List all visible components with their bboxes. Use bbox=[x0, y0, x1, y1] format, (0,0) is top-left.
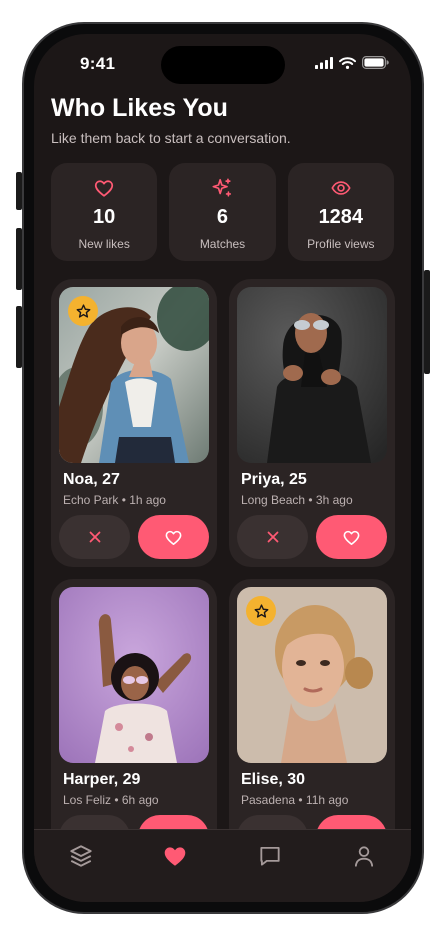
page-subtitle: Like them back to start a conversation. bbox=[51, 130, 291, 146]
heart-outline-icon bbox=[165, 530, 182, 545]
profile-name: Priya, 25 bbox=[241, 471, 307, 488]
status-time: 9:41 bbox=[80, 54, 116, 73]
sparkle-icon bbox=[212, 178, 232, 197]
tab-profile[interactable] bbox=[344, 840, 384, 872]
super-like-badge bbox=[68, 296, 98, 326]
stat-value: 10 bbox=[93, 206, 116, 228]
heart-outline-icon bbox=[95, 180, 114, 197]
screen: 9:41 Who Likes You Like them back to sta… bbox=[34, 34, 411, 902]
profile-card[interactable]: Harper, 29 Los Feliz • 6h ago bbox=[51, 579, 217, 867]
stack-icon bbox=[70, 845, 92, 867]
stat-new-likes[interactable]: 10 New likes bbox=[51, 163, 158, 261]
star-icon bbox=[254, 603, 268, 618]
profile-name: Harper, 29 bbox=[63, 771, 141, 788]
profile-meta: Long Beach • 3h ago bbox=[241, 493, 353, 507]
profile-photo-image bbox=[59, 587, 209, 763]
super-like-badge bbox=[246, 596, 276, 626]
stat-label: Profile views bbox=[307, 237, 375, 251]
dynamic-island bbox=[161, 46, 285, 84]
stat-value: 1284 bbox=[318, 206, 364, 228]
cellular-signal-icon bbox=[315, 56, 333, 69]
user-icon bbox=[354, 846, 373, 867]
profile-photo[interactable] bbox=[59, 587, 209, 763]
profile-name: Noa, 27 bbox=[63, 471, 120, 488]
close-icon bbox=[267, 531, 278, 543]
profile-photo[interactable] bbox=[237, 587, 387, 763]
profile-photo-image bbox=[237, 287, 387, 463]
profile-card[interactable]: Elise, 30 Pasadena • 11h ago bbox=[229, 579, 395, 867]
tab-messages[interactable] bbox=[250, 840, 290, 872]
profile-meta: Echo Park • 1h ago bbox=[63, 493, 166, 507]
chat-icon bbox=[260, 846, 280, 866]
page-title: Who Likes You bbox=[51, 94, 228, 122]
star-icon bbox=[76, 303, 90, 318]
status-icons bbox=[315, 56, 389, 69]
profile-meta: Los Feliz • 6h ago bbox=[63, 793, 159, 807]
eye-icon bbox=[331, 181, 351, 195]
power-button bbox=[424, 270, 430, 374]
like-button[interactable] bbox=[138, 515, 209, 559]
close-icon bbox=[89, 531, 100, 543]
profile-card[interactable]: Priya, 25 Long Beach • 3h ago bbox=[229, 279, 395, 567]
stat-value: 6 bbox=[216, 206, 229, 228]
tab-likes[interactable] bbox=[155, 840, 195, 872]
like-button[interactable] bbox=[316, 515, 387, 559]
profile-meta: Pasadena • 11h ago bbox=[241, 793, 349, 807]
wifi-icon bbox=[339, 56, 356, 69]
stat-profile-views[interactable]: 1284 Profile views bbox=[287, 163, 394, 261]
heart-filled-icon bbox=[165, 847, 186, 866]
profile-photo[interactable] bbox=[237, 287, 387, 463]
stat-label: Matches bbox=[199, 237, 246, 251]
profile-photo[interactable] bbox=[59, 287, 209, 463]
profile-card[interactable]: Noa, 27 Echo Park • 1h ago bbox=[51, 279, 217, 567]
stats-row: 10 New likes 6 Matches 1284 Profile view… bbox=[51, 163, 394, 261]
pass-button[interactable] bbox=[59, 515, 130, 559]
profile-name: Elise, 30 bbox=[241, 771, 306, 788]
pass-button[interactable] bbox=[237, 515, 308, 559]
stat-label: New likes bbox=[78, 237, 130, 251]
tab-bar bbox=[34, 829, 411, 902]
battery-icon bbox=[362, 56, 389, 69]
stat-matches[interactable]: 6 Matches bbox=[169, 163, 276, 261]
heart-outline-icon bbox=[343, 530, 360, 545]
tab-discover[interactable] bbox=[61, 840, 101, 872]
